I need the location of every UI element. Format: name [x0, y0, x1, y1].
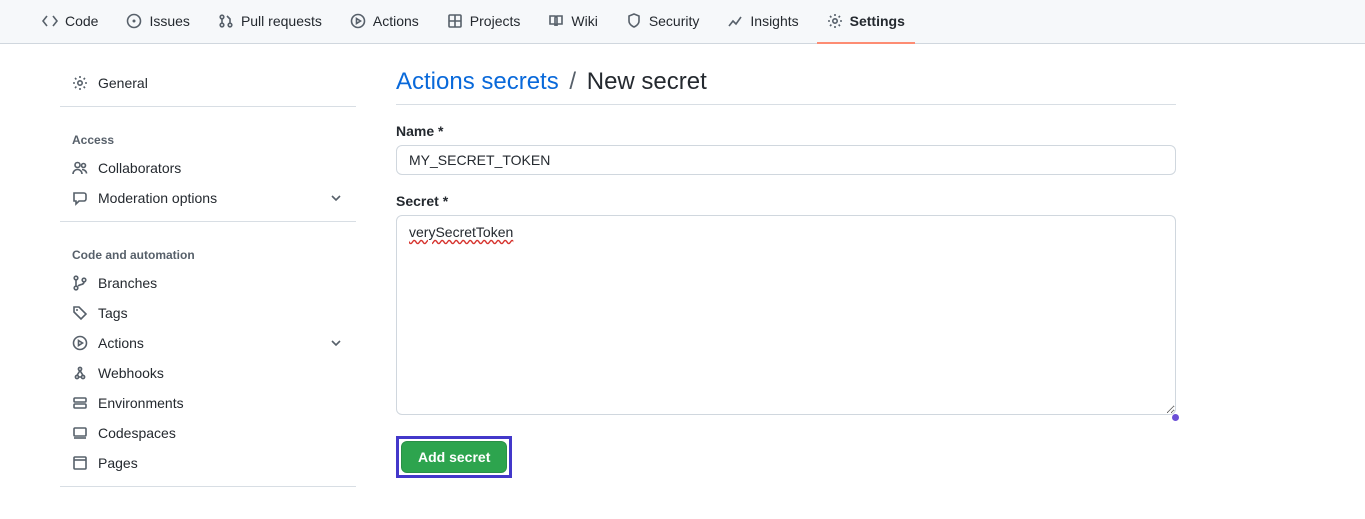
tag-icon	[72, 305, 88, 321]
sidebar-codespaces-label: Codespaces	[98, 425, 176, 441]
secret-textarea[interactable]	[396, 215, 1176, 415]
code-icon	[42, 13, 58, 29]
pull-request-icon	[218, 13, 234, 29]
webhook-icon	[72, 365, 88, 381]
page-title: Actions secrets / New secret	[396, 68, 1176, 105]
sidebar-item-pages[interactable]: Pages	[60, 448, 356, 478]
nav-actions[interactable]: Actions	[340, 0, 429, 44]
nav-pulls[interactable]: Pull requests	[208, 0, 332, 44]
nav-wiki[interactable]: Wiki	[538, 0, 607, 44]
main-content: Actions secrets / New secret Name * Secr…	[396, 68, 1176, 495]
nav-pulls-label: Pull requests	[241, 13, 322, 29]
form-group-name: Name *	[396, 123, 1176, 175]
add-secret-highlight: Add secret	[396, 436, 512, 478]
repo-nav: Code Issues Pull requests Actions Projec…	[0, 0, 1365, 44]
issues-icon	[126, 13, 142, 29]
nav-wiki-label: Wiki	[571, 13, 597, 29]
form-group-secret: Secret * verySecretToken	[396, 193, 1176, 418]
sidebar-tags-label: Tags	[98, 305, 128, 321]
people-icon	[72, 160, 88, 176]
sidebar-webhooks-label: Webhooks	[98, 365, 164, 381]
name-input[interactable]	[396, 145, 1176, 175]
sidebar-general-label: General	[98, 75, 148, 91]
sidebar-item-moderation[interactable]: Moderation options	[60, 183, 356, 213]
divider	[60, 486, 356, 487]
sidebar-branches-label: Branches	[98, 275, 157, 291]
breadcrumb-sep: /	[565, 68, 580, 95]
sidebar-actions-label: Actions	[98, 335, 144, 351]
sidebar-heading-access: Access	[60, 115, 356, 153]
sidebar-environments-label: Environments	[98, 395, 184, 411]
sidebar-moderation-label: Moderation options	[98, 190, 217, 206]
nav-actions-label: Actions	[373, 13, 419, 29]
sidebar-item-environments[interactable]: Environments	[60, 388, 356, 418]
nav-settings[interactable]: Settings	[817, 0, 915, 44]
nav-issues[interactable]: Issues	[116, 0, 199, 44]
gear-icon	[72, 75, 88, 91]
breadcrumb-current: New secret	[587, 68, 707, 95]
sidebar-item-actions[interactable]: Actions	[60, 328, 356, 358]
sidebar-item-codespaces[interactable]: Codespaces	[60, 418, 356, 448]
sidebar-collaborators-label: Collaborators	[98, 160, 181, 176]
projects-icon	[447, 13, 463, 29]
chevron-down-icon	[328, 190, 344, 206]
nav-projects[interactable]: Projects	[437, 0, 531, 44]
breadcrumb-parent[interactable]: Actions secrets	[396, 68, 559, 95]
environments-icon	[72, 395, 88, 411]
moderation-icon	[72, 190, 88, 206]
nav-insights[interactable]: Insights	[717, 0, 808, 44]
nav-security[interactable]: Security	[616, 0, 710, 44]
sidebar-heading-code: Code and automation	[60, 230, 356, 268]
name-label: Name *	[396, 123, 1176, 139]
divider	[60, 221, 356, 222]
chevron-down-icon	[328, 335, 344, 351]
settings-icon	[827, 13, 843, 29]
nav-projects-label: Projects	[470, 13, 521, 29]
security-icon	[626, 13, 642, 29]
settings-sidebar: General Access Collaborators Moderation …	[60, 68, 356, 495]
sidebar-item-collaborators[interactable]: Collaborators	[60, 153, 356, 183]
sidebar-item-general[interactable]: General	[60, 68, 356, 98]
nav-issues-label: Issues	[149, 13, 189, 29]
add-secret-button[interactable]: Add secret	[401, 441, 507, 473]
actions-icon	[350, 13, 366, 29]
wiki-icon	[548, 13, 564, 29]
divider	[60, 106, 356, 107]
secret-label: Secret *	[396, 193, 1176, 209]
play-circle-icon	[72, 335, 88, 351]
resize-handle-indicator	[1172, 414, 1179, 421]
insights-icon	[727, 13, 743, 29]
sidebar-item-webhooks[interactable]: Webhooks	[60, 358, 356, 388]
nav-code-label: Code	[65, 13, 98, 29]
sidebar-item-tags[interactable]: Tags	[60, 298, 356, 328]
sidebar-pages-label: Pages	[98, 455, 138, 471]
nav-code[interactable]: Code	[32, 0, 108, 44]
branch-icon	[72, 275, 88, 291]
nav-security-label: Security	[649, 13, 700, 29]
sidebar-item-branches[interactable]: Branches	[60, 268, 356, 298]
codespaces-icon	[72, 425, 88, 441]
pages-icon	[72, 455, 88, 471]
nav-insights-label: Insights	[750, 13, 798, 29]
nav-settings-label: Settings	[850, 13, 905, 29]
